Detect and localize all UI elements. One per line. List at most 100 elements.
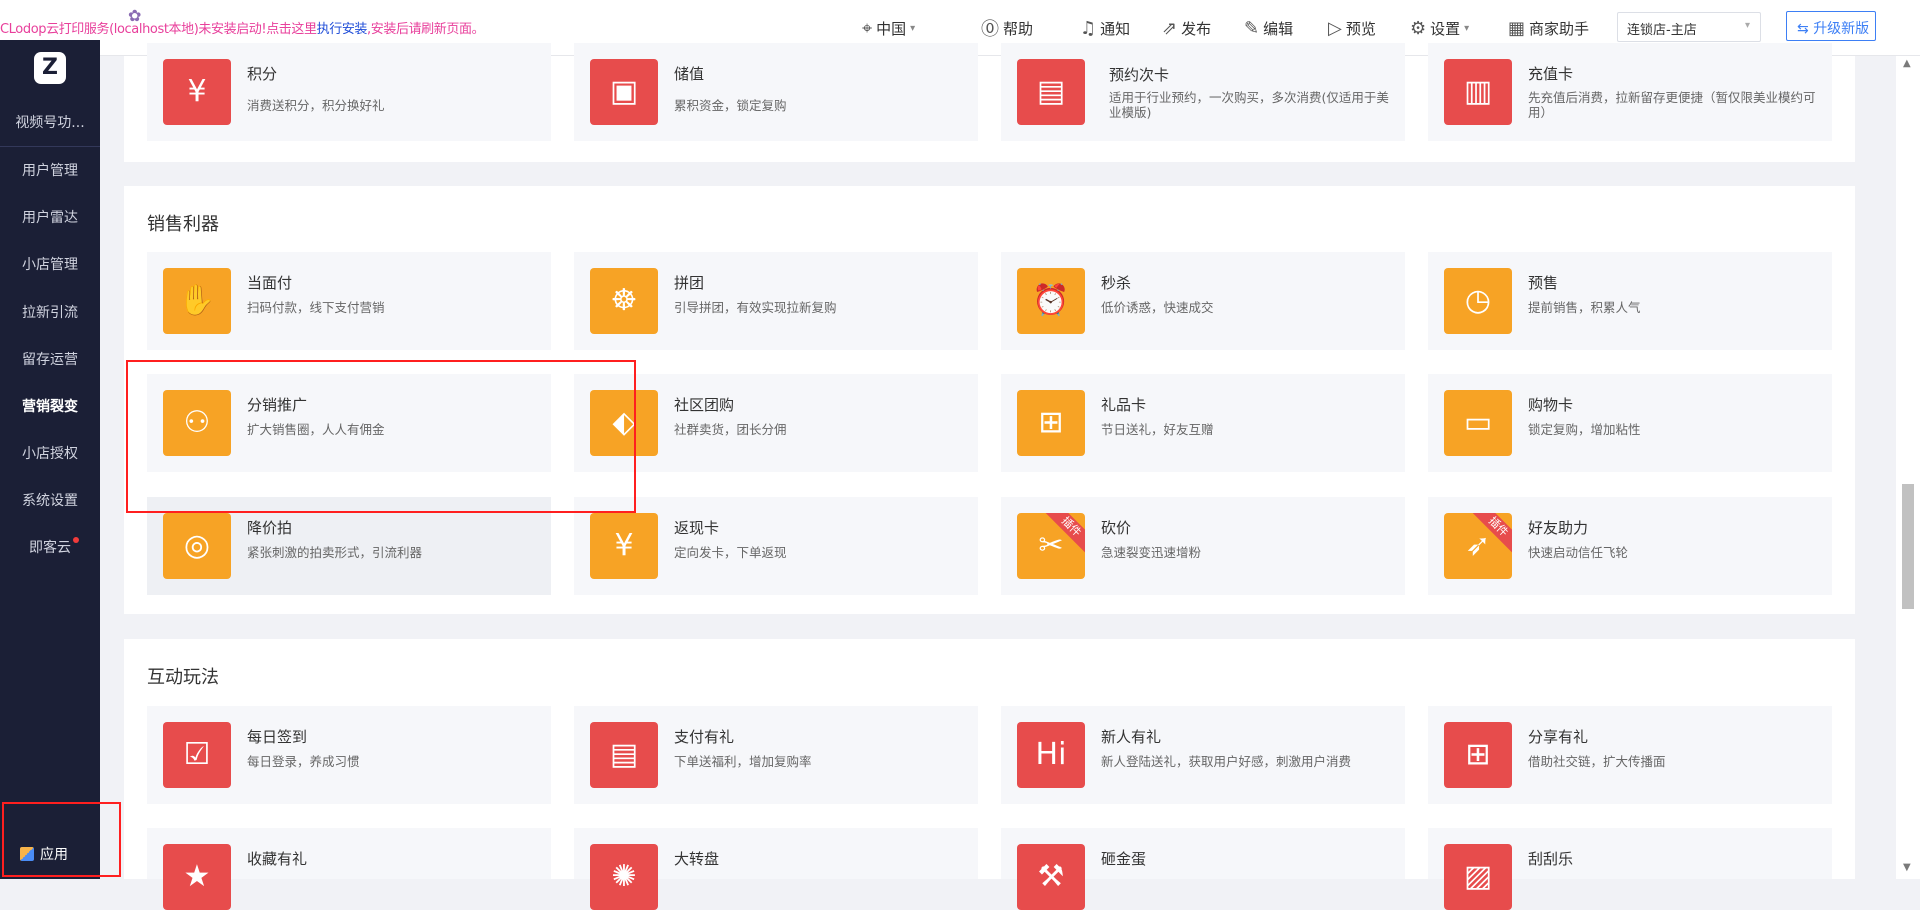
card-title: 充值卡 [1528,65,1574,83]
card-desc: 新人登陆送礼，获取用户好感，刺激用户消费 [1101,754,1352,769]
feature-card-stored-value[interactable]: ▣ 储值 累积资金，锁定复购 [574,43,978,141]
sidebar-item-user-radar[interactable]: 用户雷达 [0,207,100,227]
store-select-value: 连锁店-主店 [1627,23,1697,38]
card-title: 社区团购 [674,396,735,414]
wallet-icon: ▣ [590,59,658,125]
gear-icon: ⚙ [1410,17,1427,39]
sidebar-item-retention[interactable]: 留存运营 [0,349,100,369]
feature-card-new-user-gift[interactable]: Hi 新人有礼 新人登陆送礼，获取用户好感，刺激用户消费 [1001,706,1405,804]
coin-icon: ¥ [163,59,231,125]
card-title: 刮刮乐 [1528,850,1574,868]
feature-card-scratch-card[interactable]: ▨ 刮刮乐 [1428,828,1832,910]
chevron-down-icon: ▾ [910,22,916,34]
feature-card-pay-gift[interactable]: ▤ 支付有礼 下单送福利，增加复购率 [574,706,978,804]
feature-card-daily-checkin[interactable]: ☑ 每日签到 每日登录，养成习惯 [147,706,551,804]
sidebar-item-shop-management[interactable]: 小店管理 [0,254,100,274]
card-title: 秒杀 [1101,274,1132,292]
card-desc: 低价诱惑，快速成交 [1101,300,1214,315]
feature-card-favorite-gift[interactable]: ★ 收藏有礼 [147,828,551,910]
price-drop-icon: ◎ [163,513,231,579]
sidebar-item-user-management[interactable]: 用户管理 [0,160,100,180]
scrollbar-thumb[interactable] [1902,484,1914,609]
feature-card-share-gift[interactable]: ⊞ 分享有礼 借助社交链，扩大传播面 [1428,706,1832,804]
card-desc: 急速裂变迅速增粉 [1101,545,1202,560]
upgrade-button[interactable]: ⇆ 升级新版 [1786,11,1876,41]
card-desc: 定向发卡，下单返现 [674,545,787,560]
sidebar-item-label: 即客云 [29,540,71,556]
sidebar-item-jikeyun[interactable]: 即客云 [0,537,100,557]
card-desc: 扫码付款，线下支付营销 [247,300,385,315]
feature-card-recharge-card[interactable]: ▥ 充值卡 先充值后消费，拉新留存更便捷（暂仅限美业模约可用） [1428,43,1832,141]
feature-card-points[interactable]: ¥ 积分 消费送积分，积分换好礼 [147,43,551,141]
card-desc: 提前销售，积累人气 [1528,300,1641,315]
sidebar-item-marketing[interactable]: 营销裂变 [0,396,100,416]
page-scrollbar[interactable]: ▲ ▼ [1896,56,1920,879]
plugin-badge: 插件 [1045,513,1085,553]
sidebar-divider [0,146,100,147]
card-desc: 先充值后消费，拉新留存更便捷（暂仅限美业模约可用） [1528,90,1816,120]
region-label: 中国 [876,19,907,38]
scroll-up-arrow-icon[interactable]: ▲ [1903,58,1911,69]
help-label: 帮助 [1003,19,1034,38]
sidebar: Z 视频号功... 用户管理 用户雷达 小店管理 拉新引流 留存运营 营销裂变 … [0,40,100,879]
notify-label: 通知 [1100,19,1131,38]
sidebar-item-video-account[interactable]: 视频号功... [0,112,100,132]
feature-card-gift-card[interactable]: ⊞ 礼品卡 节日送礼，好友互赠 [1001,374,1405,472]
print-service-notice: CLodop云打印服务(localhost本地)未安装启动!点击这里执行安装,安… [0,18,485,37]
feature-card-face-pay[interactable]: ✋ 当面付 扫码付款，线下支付营销 [147,252,551,350]
card-title: 拼团 [674,274,705,292]
scratch-card-icon: ▨ [1444,844,1512,910]
gift-icon: ⊞ [1017,390,1085,456]
card-title: 每日签到 [247,728,308,746]
card-title: 礼品卡 [1101,396,1147,414]
location-pin-icon: ⌖ [862,17,873,39]
calendar-check-icon: ☑ [163,722,231,788]
hand-pay-icon: ✋ [163,268,231,334]
store-select[interactable]: 连锁店-主店 ▾ [1617,12,1761,42]
install-link[interactable]: 执行安装 [317,22,368,37]
knife-icon: ✂ 插件 [1017,513,1085,579]
section-title-sales: 销售利器 [147,214,219,235]
notification-dot [73,537,79,543]
notice-suffix: ,安装后请刷新页面。 [367,22,485,37]
card-desc: 快速启动信任飞轮 [1528,545,1629,560]
card-desc: 累积资金，锁定复购 [674,98,787,113]
card-desc: 下单送福利，增加复购率 [674,754,812,769]
card-title: 储值 [674,65,705,83]
sidebar-item-shop-authorization[interactable]: 小店授权 [0,443,100,463]
card-title: 购物卡 [1528,396,1574,414]
wheel-icon: ✺ [590,844,658,910]
rocket-icon: ➶ 插件 [1444,513,1512,579]
card-desc: 借助社交链，扩大传播面 [1528,754,1666,769]
cashback-card-icon: ¥ [590,513,658,579]
scroll-down-arrow-icon[interactable]: ▼ [1903,862,1911,873]
feature-card-golden-egg[interactable]: ⚒ 砸金蛋 [1001,828,1405,910]
card-desc: 社群卖货，团长分佣 [674,422,787,437]
feature-card-appointment-card[interactable]: ▤ 预约次卡 适用于行业预约，一次购买，多次消费(仅适用于美业模版) [1001,43,1405,141]
feature-card-group-buy[interactable]: ☸ 拼团 引导拼团，有效实现拉新复购 [574,252,978,350]
card-desc: 适用于行业预约，一次购买，多次消费(仅适用于美业模版) [1109,90,1389,120]
appointment-card-icon: ▤ [1017,59,1085,125]
card-title: 收藏有礼 [247,850,308,868]
feature-card-flash-sale[interactable]: ⏰ 秒杀 低价诱惑，快速成交 [1001,252,1405,350]
feature-card-lucky-wheel[interactable]: ✺ 大转盘 [574,828,978,910]
help-icon: ⓪ [981,19,999,40]
chevron-down-icon: ▾ [1744,20,1750,31]
merchant-assistant-label: 商家助手 [1529,19,1590,38]
notice-prefix: CLodop云打印服务(localhost本地)未安装启动!点击这里 [0,22,317,37]
card-title: 当面付 [247,274,293,292]
card-title: 预售 [1528,274,1559,292]
app-logo[interactable]: Z [34,52,66,84]
feature-card-friend-help[interactable]: ➶ 插件 好友助力 快速启动信任飞轮 [1428,497,1832,595]
sidebar-item-acquisition[interactable]: 拉新引流 [0,302,100,322]
card-title: 好友助力 [1528,519,1589,537]
qr-code-icon: ▦ [1508,17,1526,39]
upgrade-label: 升级新版 [1813,21,1870,37]
sidebar-item-system-settings[interactable]: 系统设置 [0,490,100,510]
group-buy-icon: ☸ [590,268,658,334]
shopping-card-icon: ▭ [1444,390,1512,456]
feature-card-bargain[interactable]: ✂ 插件 砍价 急速裂变迅速增粉 [1001,497,1405,595]
feature-card-shopping-card[interactable]: ▭ 购物卡 锁定复购，增加粘性 [1428,374,1832,472]
feature-card-presale[interactable]: ◷ 预售 提前销售，积累人气 [1428,252,1832,350]
highlight-box-apps [2,802,121,877]
